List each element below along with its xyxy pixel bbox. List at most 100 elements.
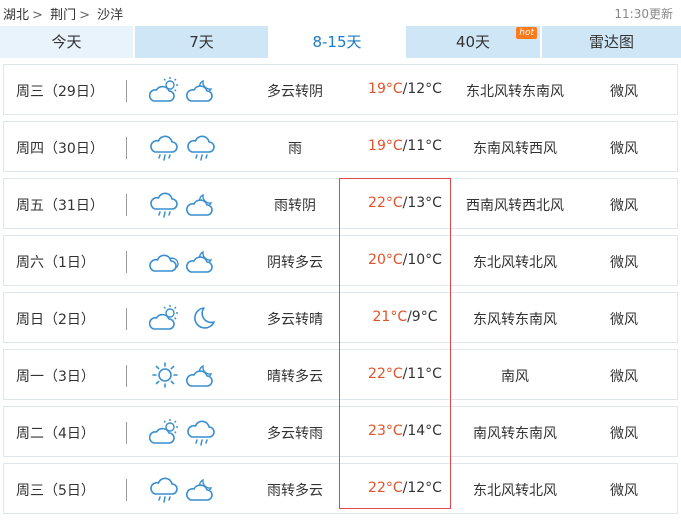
breadcrumb-district: 沙洋 — [97, 8, 124, 23]
tab-7day[interactable]: 7天 — [135, 26, 268, 58]
tab-label: 7天 — [189, 33, 214, 51]
wind-direction: 南风转东南风 — [473, 426, 557, 442]
wind-level: 微风 — [610, 198, 638, 214]
wind-level: 微风 — [610, 369, 638, 385]
hot-badge: hot — [516, 27, 537, 39]
low-temp: /12°C — [402, 81, 442, 97]
high-temp: 19°C — [368, 81, 403, 97]
high-temp: 23°C — [368, 423, 403, 439]
forecast-day: 周六（1日） — [16, 255, 95, 271]
overcast-icon — [149, 247, 181, 275]
temperature: 21°C/9°C — [360, 309, 450, 325]
forecast-row: 周日（2日） 多云转晴 21°C/9°C 东风转东南风 微风 — [3, 292, 678, 343]
partly-cloudy-night-icon — [186, 247, 218, 275]
forecast-row: 周五（31日） 雨转阴 22°C/13°C 西南风转西北风 微风 — [3, 178, 678, 229]
divider — [126, 80, 127, 102]
rain-icon — [186, 418, 218, 446]
forecast-day: 周四（30日） — [16, 141, 104, 157]
forecast-row: 周三（5日） 雨转多云 22°C/12°C 东北风转北风 微风 — [3, 463, 678, 514]
tab-label: 40天 — [455, 33, 491, 51]
sun-icon — [149, 361, 181, 389]
rain-icon — [186, 133, 218, 161]
wind-level: 微风 — [610, 84, 638, 100]
partly-cloudy-night-icon — [186, 475, 218, 503]
forecast-row: 周四（30日） 雨 19°C/11°C 东南风转西风 微风 — [3, 121, 678, 172]
divider — [126, 479, 127, 501]
low-temp: /12°C — [402, 480, 442, 496]
weather-description: 晴转多云 — [267, 369, 323, 385]
forecast-day: 周三（5日） — [16, 483, 95, 499]
breadcrumb-province[interactable]: 湖北 — [3, 8, 29, 23]
high-temp: 21°C — [372, 309, 408, 325]
tab-radar[interactable]: 雷达图 — [542, 26, 681, 58]
wind-level: 微风 — [610, 312, 638, 328]
high-temp: 22°C — [368, 480, 403, 496]
rain-icon — [149, 133, 181, 161]
wind-direction: 东南风转西风 — [473, 141, 557, 157]
temperature: 20°C/10°C — [360, 252, 450, 268]
partly-cloudy-night-icon — [186, 190, 218, 218]
temperature: 22°C/13°C — [360, 195, 450, 211]
wind-direction: 东风转东南风 — [473, 312, 557, 328]
tab-label: 今天 — [51, 33, 82, 51]
forecast-row: 周二（4日） 多云转雨 23°C/14°C 南风转东南风 微风 — [3, 406, 678, 457]
high-temp: 19°C — [368, 138, 403, 154]
divider — [126, 308, 127, 330]
breadcrumb-city[interactable]: 荆门 — [50, 8, 76, 23]
moon-icon — [186, 304, 218, 332]
wind-level: 微风 — [610, 255, 638, 271]
tab-bar: 今天 7天 8-15天 40天 hot 雷达图 — [0, 26, 681, 58]
update-time: 11:30更新 — [614, 7, 673, 21]
divider — [126, 422, 127, 444]
partly-cloudy-night-icon — [186, 76, 218, 104]
wind-direction: 东北风转东南风 — [466, 84, 564, 100]
temperature: 22°C/11°C — [360, 366, 450, 382]
low-temp: /11°C — [402, 366, 442, 382]
high-temp: 22°C — [368, 366, 403, 382]
top-bar: 湖北 > 荆门 > 沙洋 11:30更新 — [0, 0, 681, 26]
tab-40day[interactable]: 40天 hot — [406, 26, 540, 58]
weather-description: 多云转阴 — [267, 84, 323, 100]
breadcrumb: 湖北 > 荆门 > 沙洋 — [3, 4, 126, 23]
weather-description: 阴转多云 — [267, 255, 323, 271]
temperature: 22°C/12°C — [360, 480, 450, 496]
divider — [126, 194, 127, 216]
weather-description: 多云转晴 — [267, 312, 323, 328]
low-temp: /13°C — [402, 195, 442, 211]
low-temp: /11°C — [402, 138, 442, 154]
weather-description: 雨转多云 — [267, 483, 323, 499]
divider — [126, 365, 127, 387]
forecast-day: 周日（2日） — [16, 312, 95, 328]
partly-cloudy-day-icon — [149, 304, 181, 332]
forecast-row: 周一（3日） 晴转多云 22°C/11°C 南风 微风 — [3, 349, 678, 400]
high-temp: 22°C — [368, 195, 403, 211]
weather-description: 雨转阴 — [274, 198, 316, 214]
forecast-day: 周五（31日） — [16, 198, 104, 214]
tab-today[interactable]: 今天 — [0, 26, 133, 58]
tab-label: 8-15天 — [312, 33, 362, 51]
breadcrumb-separator: > — [32, 8, 43, 23]
divider — [126, 251, 127, 273]
weather-description: 雨 — [288, 141, 302, 157]
partly-cloudy-day-icon — [149, 418, 181, 446]
wind-level: 微风 — [610, 426, 638, 442]
low-temp: /14°C — [402, 423, 442, 439]
wind-level: 微风 — [610, 141, 638, 157]
temperature: 19°C/12°C — [360, 81, 450, 97]
tab-8-15day[interactable]: 8-15天 — [270, 26, 404, 58]
tab-label: 雷达图 — [588, 33, 634, 51]
wind-direction: 东北风转北风 — [473, 483, 557, 499]
temperature: 19°C/11°C — [360, 138, 450, 154]
weather-description: 多云转雨 — [267, 426, 323, 442]
forecast-day: 周三（29日） — [16, 84, 104, 100]
forecast-row: 周六（1日） 阴转多云 20°C/10°C 东北风转北风 微风 — [3, 235, 678, 286]
forecast-day: 周二（4日） — [16, 426, 95, 442]
rain-icon — [149, 475, 181, 503]
wind-level: 微风 — [610, 483, 638, 499]
forecast-row: 周三（29日） 多云转阴 19°C/12°C 东北风转东南风 微风 — [3, 64, 678, 115]
low-temp: /9°C — [407, 309, 438, 325]
rain-icon — [149, 190, 181, 218]
partly-cloudy-night-icon — [186, 361, 218, 389]
temperature: 23°C/14°C — [360, 423, 450, 439]
wind-direction: 南风 — [501, 369, 529, 385]
